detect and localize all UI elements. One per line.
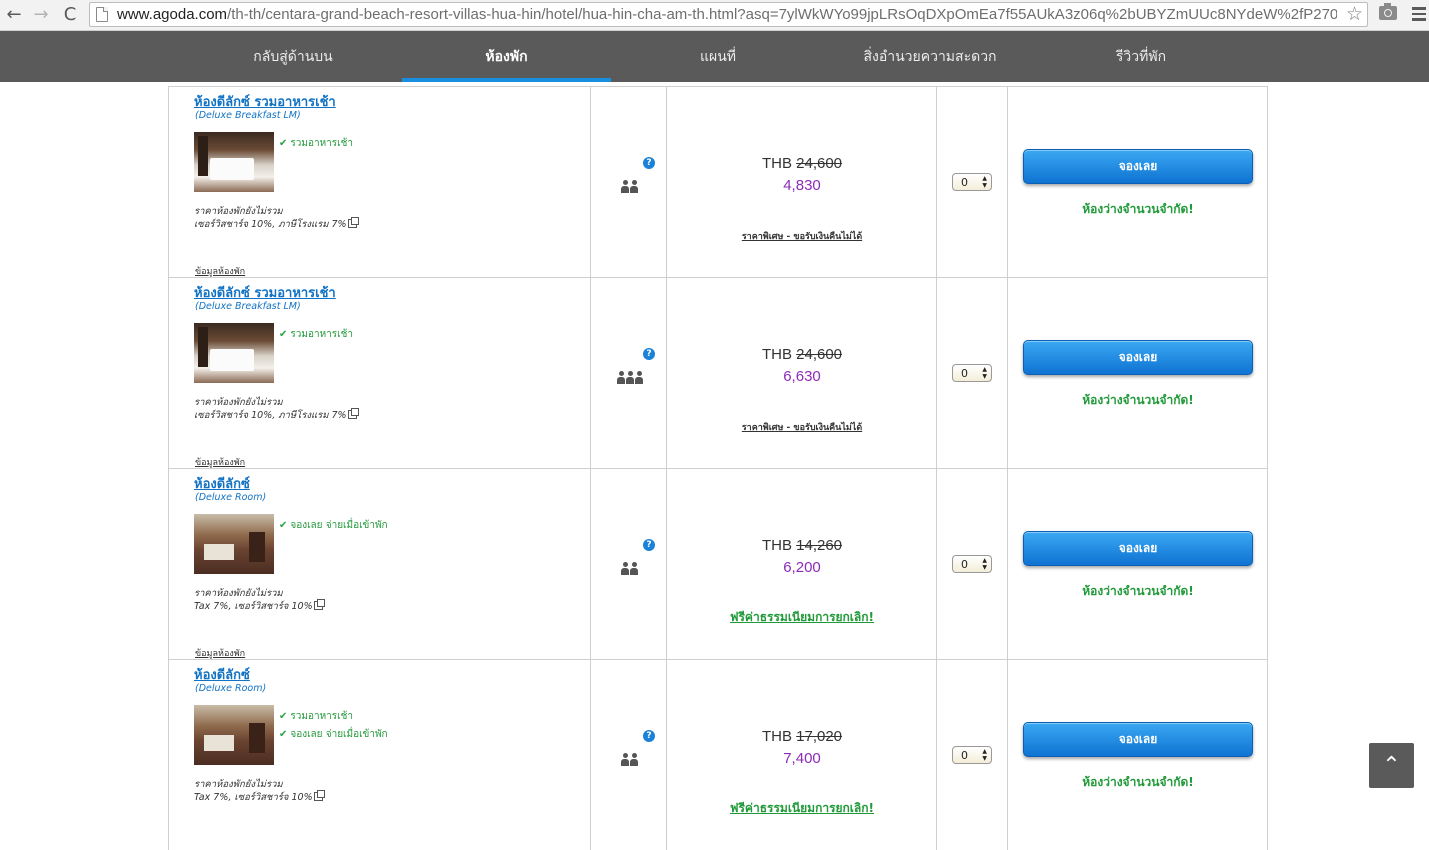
room-info-link[interactable]: ข้อมูลห้องพัก	[195, 646, 245, 660]
room-quantity-select[interactable]: 0 ▲ ▼	[952, 364, 992, 382]
limited-availability: ห้องว่างจำนวนจำกัด!	[1082, 202, 1194, 216]
price-excludes-detail: Tax 7%, เซอร์วิสชาร์จ 10%	[194, 790, 325, 805]
book-now-button[interactable]: จองเลย	[1023, 722, 1253, 757]
room-photo[interactable]	[194, 514, 274, 574]
room-photo[interactable]	[194, 132, 274, 192]
scroll-to-top-button[interactable]: ⌃	[1369, 743, 1414, 788]
check-icon: ✔	[279, 520, 288, 531]
price-excludes-detail: เซอร์วิสชาร์จ 10%, ภาษีโรงแรม 7%	[194, 408, 359, 423]
url-text[interactable]: www.agoda.com/th-th/centara-grand-beach-…	[117, 6, 1337, 23]
discount-price: 7,400	[783, 750, 821, 767]
max-guests-icon	[621, 752, 639, 766]
free-cancellation-link[interactable]: ฟรีค่าธรรมเนียมการยกเลิก!	[667, 799, 937, 818]
browser-menu-icon[interactable]	[1412, 7, 1426, 21]
room-row: ห้องดีลักซ์ รวมอาหารเช้า (Deluxe Breakfa…	[168, 86, 1268, 277]
external-link-icon[interactable]	[347, 408, 359, 419]
room-english-name: (Deluxe Breakfast LM)	[195, 301, 301, 312]
help-icon[interactable]: ?	[643, 539, 655, 551]
max-guests-icon	[621, 179, 639, 193]
limited-availability: ห้องว่างจำนวนจำกัด!	[1082, 775, 1194, 789]
room-info-link[interactable]: ข้อมูลห้องพัก	[195, 455, 245, 469]
check-icon: ✔	[279, 729, 288, 740]
page-icon	[96, 7, 108, 22]
check-icon: ✔	[279, 138, 288, 149]
room-english-name: (Deluxe Breakfast LM)	[195, 110, 301, 121]
help-icon[interactable]: ?	[643, 157, 655, 169]
original-price: THB 24,600	[761, 155, 843, 172]
tab-reviews[interactable]: รีวิวที่พัก	[1041, 31, 1241, 82]
room-english-name: (Deluxe Room)	[195, 492, 267, 503]
help-icon[interactable]: ?	[643, 730, 655, 742]
camera-icon[interactable]	[1379, 3, 1397, 20]
discount-price: 4,830	[783, 177, 821, 194]
room-quantity-select[interactable]: 0 ▲ ▼	[952, 555, 992, 573]
url-host: www.agoda.com	[117, 6, 228, 23]
external-link-icon[interactable]	[313, 599, 325, 610]
room-list: ห้องดีลักซ์ รวมอาหารเช้า (Deluxe Breakfa…	[168, 86, 1268, 850]
room-row: ห้องดีลักซ์ รวมอาหารเช้า (Deluxe Breakfa…	[168, 277, 1268, 468]
check-icon: ✔	[279, 329, 288, 340]
external-link-icon[interactable]	[347, 217, 359, 228]
limited-availability: ห้องว่างจำนวนจำกัด!	[1082, 393, 1194, 407]
max-guests-icon	[621, 561, 639, 575]
non-refundable-link[interactable]: ราคาพิเศษ - ขอรับเงินคืนไม่ได้	[667, 229, 937, 243]
price-excludes-detail: Tax 7%, เซอร์วิสชาร์จ 10%	[194, 599, 325, 614]
discount-price: 6,200	[783, 559, 821, 576]
tab-map[interactable]: แผนที่	[618, 31, 818, 82]
original-price: THB 14,260	[761, 537, 843, 554]
room-row: ห้องดีลักซ์ (Deluxe Room) ✔ รวมอาหารเช้า …	[168, 659, 1268, 850]
perk-item: ✔ รวมอาหารเช้า	[279, 138, 353, 149]
original-price: THB 17,020	[761, 728, 843, 745]
tab-rooms[interactable]: ห้องพัก	[402, 31, 611, 82]
room-quantity-select[interactable]: 0 ▲ ▼	[952, 173, 992, 191]
tab-back-to-top[interactable]: กลับสู่ด้านบน	[193, 31, 393, 82]
tab-facilities[interactable]: สิ่งอำนวยความสะดวก	[830, 31, 1030, 82]
book-now-button[interactable]: จองเลย	[1023, 531, 1253, 566]
external-link-icon[interactable]	[313, 790, 325, 801]
check-icon: ✔	[279, 711, 288, 722]
bookmark-star-icon[interactable]: ☆	[1346, 4, 1363, 25]
free-cancellation-link[interactable]: ฟรีค่าธรรมเนียมการยกเลิก!	[667, 608, 937, 627]
browser-toolbar: ← → C www.agoda.com/th-th/centara-grand-…	[0, 0, 1429, 31]
room-name-link[interactable]: ห้องดีลักซ์	[194, 473, 250, 494]
forward-arrow-icon[interactable]: →	[30, 4, 52, 26]
room-info-link[interactable]: ข้อมูลห้องพัก	[195, 264, 245, 278]
perk-item: ✔ รวมอาหารเช้า	[279, 711, 353, 722]
book-now-button[interactable]: จองเลย	[1023, 149, 1253, 184]
perk-item: ✔ จองเลย จ่ายเมื่อเข้าพัก	[279, 520, 388, 531]
limited-availability: ห้องว่างจำนวนจำกัด!	[1082, 584, 1194, 598]
url-path: /th-th/centara-grand-beach-resort-villas…	[227, 6, 1337, 23]
room-photo[interactable]	[194, 323, 274, 383]
back-arrow-icon[interactable]: ←	[3, 4, 25, 26]
room-photo[interactable]	[194, 705, 274, 765]
room-name-link[interactable]: ห้องดีลักซ์ รวมอาหารเช้า	[194, 91, 336, 112]
room-quantity-select[interactable]: 0 ▲ ▼	[952, 746, 992, 764]
room-english-name: (Deluxe Room)	[195, 683, 267, 694]
hotel-section-nav: กลับสู่ด้านบน ห้องพัก แผนที่ สิ่งอำนวยคว…	[0, 31, 1429, 82]
reload-icon[interactable]: C	[59, 4, 81, 26]
price-excludes-detail: เซอร์วิสชาร์จ 10%, ภาษีโรงแรม 7%	[194, 217, 359, 232]
address-bar[interactable]: www.agoda.com/th-th/centara-grand-beach-…	[89, 2, 1368, 27]
max-guests-icon	[617, 370, 644, 384]
perk-item: ✔ จองเลย จ่ายเมื่อเข้าพัก	[279, 729, 388, 740]
book-now-button[interactable]: จองเลย	[1023, 340, 1253, 375]
perk-item: ✔ รวมอาหารเช้า	[279, 329, 353, 340]
original-price: THB 24,600	[761, 346, 843, 363]
discount-price: 6,630	[783, 368, 821, 385]
non-refundable-link[interactable]: ราคาพิเศษ - ขอรับเงินคืนไม่ได้	[667, 420, 937, 434]
room-name-link[interactable]: ห้องดีลักซ์	[194, 664, 250, 685]
room-name-link[interactable]: ห้องดีลักซ์ รวมอาหารเช้า	[194, 282, 336, 303]
room-row: ห้องดีลักซ์ (Deluxe Room) ✔ จองเลย จ่ายเม…	[168, 468, 1268, 659]
help-icon[interactable]: ?	[643, 348, 655, 360]
